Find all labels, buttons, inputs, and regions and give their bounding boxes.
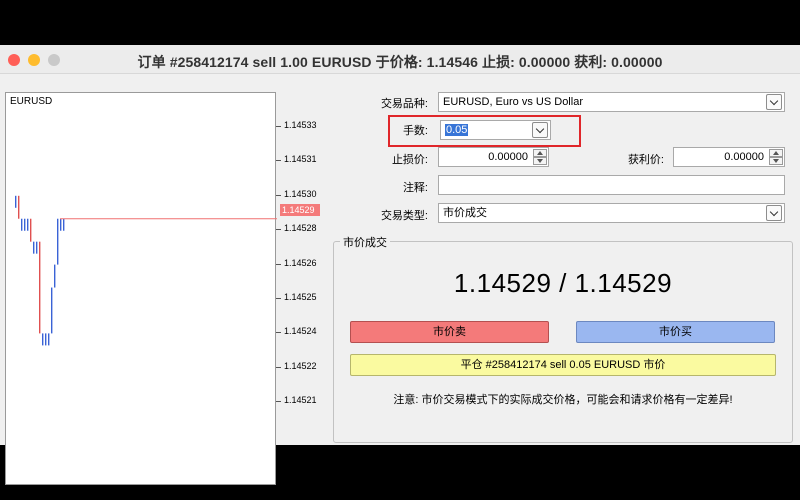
tick-bar [24,218,26,231]
tick-bar [36,241,38,254]
chevron-down-icon[interactable] [766,205,782,221]
comment-label: 注释: [402,182,428,194]
market-execution-group-title: 市价成交 [340,234,390,250]
price-tick-mark [276,263,281,265]
tick-bar [63,218,65,231]
price-tick-mark [276,366,281,368]
tick-bar [45,333,47,346]
tick-bar [42,333,44,346]
order-type-label: 交易类型: [380,210,428,222]
stop-loss-value: 0.00000 [488,151,528,163]
tick-bar [27,218,29,231]
stop-loss-increment-button[interactable] [533,149,547,157]
price-tick-label: 1.14526 [284,257,317,268]
tick-bar [48,333,50,346]
price-tick-mark [276,194,281,196]
tick-chart: EURUSD [5,92,277,485]
price-tick-label: 1.14530 [284,188,317,199]
chart-symbol-label: EURUSD [10,96,53,107]
current-price-tag: 1.14529 [280,204,320,217]
window-title: 订单 #258412174 sell 1.00 EURUSD 于价格: 1.14… [137,54,663,70]
bid-ask-display: 1.14529 / 1.14529 [333,268,793,299]
buy-by-market-button[interactable]: 市价买 [576,321,775,343]
take-profit-decrement-button[interactable] [769,157,783,165]
volume-select[interactable]: 0.05 [440,120,551,140]
volume-select-value: 0.05 [445,124,469,136]
chart-canvas [15,195,277,346]
tick-bar [18,195,20,219]
ask-price: 1.14529 [574,268,673,298]
tick-bar [60,218,62,231]
symbol-label: 交易品种: [380,98,428,110]
price-tick-label: 1.14522 [284,360,317,371]
take-profit-input[interactable]: 0.00000 [673,147,785,167]
take-profit-label: 获利价: [627,154,664,166]
tick-bar [30,218,32,242]
price-tick-mark [276,126,281,127]
order-window: 订单 #258412174 sell 1.00 EURUSD 于价格: 1.14… [0,45,800,485]
order-type-select[interactable]: 市价成交 [438,203,785,223]
tick-bar [57,218,59,265]
execution-note: 注意: 市价交易模式下的实际成交价格，可能会和请求价格有一定差异! [393,394,733,406]
price-axis: 1.14529 1.14533 1.14531 1.14530 1.14528 1.14… [276,92,332,485]
take-profit-increment-button[interactable] [769,149,783,157]
price-tick-mark [276,332,281,334]
price-tick-label: 1.14533 [284,120,317,130]
price-tick-label: 1.14528 [284,223,317,234]
price-separator: / [551,268,575,298]
symbol-select[interactable]: EURUSD, Euro vs US Dollar [438,92,785,112]
tick-bar [21,218,23,231]
tick-bar [54,264,56,288]
price-tick-mark [276,229,281,231]
tick-bar [51,287,53,334]
comment-input[interactable] [438,175,785,195]
bid-price: 1.14529 [453,268,552,298]
price-tick-label: 1.14521 [284,395,317,406]
price-tick-mark [276,160,281,162]
stop-loss-label: 止损价: [391,154,428,166]
stop-loss-decrement-button[interactable] [533,157,547,165]
close-position-button[interactable]: 平仓 #258412174 sell 0.05 EURUSD 市价 [350,354,776,376]
title-bar: 订单 #258412174 sell 1.00 EURUSD 于价格: 1.14… [0,45,800,74]
symbol-select-value: EURUSD, Euro vs US Dollar [443,96,583,108]
price-tick-mark [276,298,281,299]
stop-loss-input[interactable]: 0.00000 [438,147,549,167]
take-profit-value: 0.00000 [724,151,764,163]
volume-label: 手数: [402,125,428,137]
order-type-value: 市价成交 [443,207,487,219]
price-tick-label: 1.14531 [284,154,317,165]
price-tick-label: 1.14525 [284,292,317,302]
tick-bar [39,241,41,334]
tick-bar [15,195,17,208]
chevron-down-icon[interactable] [532,122,548,138]
price-tick-label: 1.14524 [284,326,317,337]
price-tick-mark [276,401,281,403]
chevron-down-icon[interactable] [766,94,782,110]
sell-by-market-button[interactable]: 市价卖 [350,321,549,343]
tick-bar [33,241,35,254]
